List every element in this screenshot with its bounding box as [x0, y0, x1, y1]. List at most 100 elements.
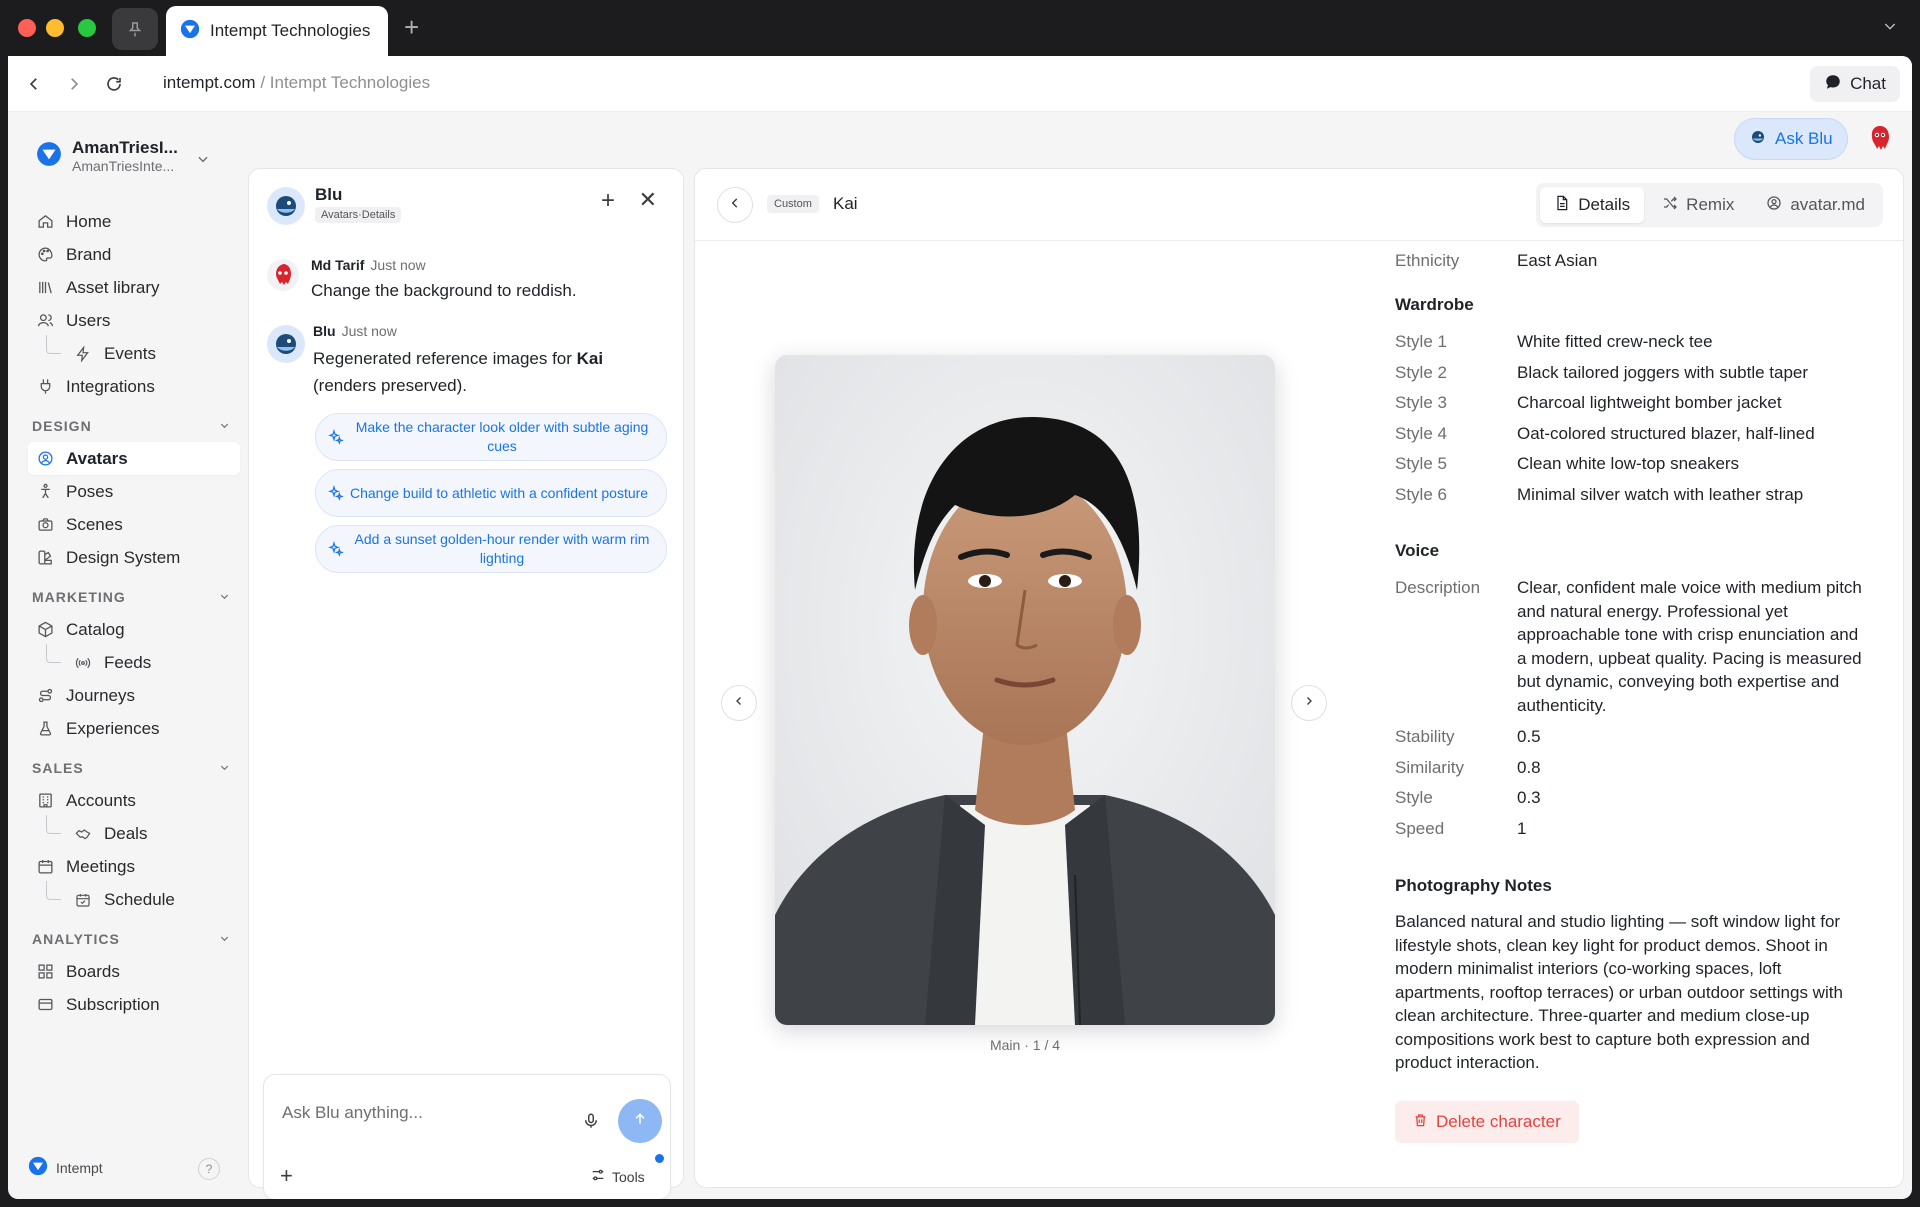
chevron-down-icon — [219, 418, 230, 434]
detail-value: Charcoal lightweight bomber jacket — [1517, 393, 1782, 412]
ask-blu-label: Ask Blu — [1775, 129, 1833, 148]
workspace-logo-icon — [36, 141, 62, 172]
new-chat-button[interactable]: + — [601, 189, 615, 213]
detail-key: Ethnicity — [1395, 251, 1460, 270]
pin-icon[interactable] — [112, 8, 158, 50]
zoom-window-button[interactable] — [78, 19, 96, 37]
chat-button[interactable]: Chat — [1810, 66, 1900, 102]
detail-key: Style — [1395, 788, 1433, 807]
section-sales[interactable]: SALES — [28, 751, 240, 784]
sidebar-item-brand[interactable]: Brand — [28, 238, 240, 271]
blu-bird-icon — [1749, 128, 1767, 151]
sidebar-item-schedule[interactable]: Schedule — [28, 881, 240, 916]
sidebar-item-experiences[interactable]: Experiences — [28, 712, 240, 745]
sidebar-item-home[interactable]: Home — [28, 205, 240, 238]
close-window-button[interactable] — [18, 19, 36, 37]
tab-details[interactable]: Details — [1540, 187, 1645, 223]
photography-notes: Balanced natural and studio lighting — s… — [1395, 912, 1843, 1072]
blu-avatar-icon — [267, 187, 305, 230]
library-icon — [36, 279, 54, 297]
chevron-down-icon[interactable] — [1882, 18, 1898, 39]
sidebar-item-label: Subscription — [66, 994, 160, 1014]
message-author: Blu — [313, 323, 336, 339]
sparkles-icon — [328, 428, 344, 450]
section-heading-photography: Photography Notes — [1395, 876, 1552, 895]
user-avatar[interactable] — [1868, 124, 1892, 159]
chevron-down-icon[interactable] — [196, 152, 210, 171]
sidebar-item-meetings[interactable]: Meetings — [28, 850, 240, 883]
suggestion-chip[interactable]: Add a sunset golden-hour render with war… — [315, 525, 667, 573]
microphone-icon[interactable] — [582, 1111, 600, 1136]
back-icon[interactable] — [22, 72, 46, 96]
send-button[interactable] — [618, 1099, 662, 1143]
reload-icon[interactable] — [102, 72, 126, 96]
sidebar-item-subscription[interactable]: Subscription — [28, 988, 240, 1021]
credit-card-icon — [36, 996, 54, 1014]
section-marketing[interactable]: MARKETING — [28, 580, 240, 613]
detail-value: Oat-colored structured blazer, half-line… — [1517, 423, 1815, 443]
box-icon — [36, 621, 54, 639]
close-chat-button[interactable]: ✕ — [639, 189, 657, 211]
ask-blu-button[interactable]: Ask Blu — [1734, 118, 1848, 160]
sidebar-item-label: Poses — [66, 481, 114, 501]
intempt-logo-icon — [28, 1156, 48, 1179]
tab-label: avatar.md — [1790, 195, 1865, 214]
detail-value: 0.8 — [1517, 757, 1541, 777]
character-name: Kai — [833, 194, 858, 213]
sidebar-item-design-system[interactable]: Design System — [28, 541, 240, 574]
sidebar-item-label: Brand — [66, 244, 112, 264]
chat-header: Blu Avatars·Details + ✕ — [267, 185, 665, 229]
delete-character-button[interactable]: Delete character — [1395, 1101, 1579, 1143]
sidebar-item-deals[interactable]: Deals — [28, 815, 240, 850]
section-design[interactable]: DESIGN — [28, 409, 240, 442]
browser-tab[interactable]: Intempt Technologies — [166, 6, 388, 56]
detail-value: Minimal silver watch with leather strap — [1517, 484, 1804, 504]
back-button[interactable] — [717, 187, 753, 223]
minimize-window-button[interactable] — [46, 19, 64, 37]
tab-remix[interactable]: Remix — [1648, 187, 1748, 223]
address-bar[interactable]: intempt.com / Intempt Technologies — [163, 73, 430, 93]
workspace-subtitle: AmanTriesInte... — [72, 158, 175, 175]
workspace-switcher[interactable]: AmanTriesI... AmanTriesInte... — [36, 138, 178, 175]
prev-image-button[interactable] — [721, 685, 757, 721]
chat-composer: + Tools — [263, 1074, 671, 1199]
detail-value: Black tailored joggers with subtle taper — [1517, 362, 1809, 382]
sidebar-item-feeds[interactable]: Feeds — [28, 644, 240, 679]
sidebar-item-poses[interactable]: Poses — [28, 475, 240, 508]
new-tab-button[interactable]: + — [404, 14, 419, 40]
suggestion-chip[interactable]: Change build to athletic with a confiden… — [315, 469, 667, 517]
message-time: Just now — [370, 257, 426, 273]
sidebar-item-boards[interactable]: Boards — [28, 955, 240, 988]
tab-label: Details — [1578, 195, 1631, 214]
chat-input[interactable] — [282, 1103, 562, 1123]
detail-value: White fitted crew-neck tee — [1517, 332, 1713, 351]
sidebar-item-users[interactable]: Users — [28, 304, 240, 337]
home-icon — [36, 213, 54, 231]
sidebar-item-integrations[interactable]: Integrations — [28, 370, 240, 403]
sidebar-item-journeys[interactable]: Journeys — [28, 679, 240, 712]
sidebar-item-catalog[interactable]: Catalog — [28, 613, 240, 646]
sidebar-item-avatars[interactable]: Avatars — [28, 442, 240, 475]
detail-key: Description — [1395, 578, 1481, 597]
sidebar-item-scenes[interactable]: Scenes — [28, 508, 240, 541]
character-portrait[interactable] — [775, 355, 1275, 1025]
document-icon — [1554, 195, 1570, 216]
chevron-down-icon — [219, 589, 230, 605]
sidebar-footer[interactable]: Intempt — [28, 1156, 103, 1179]
section-label: MARKETING — [32, 588, 126, 605]
next-image-button[interactable] — [1291, 685, 1327, 721]
sidebar-item-asset-library[interactable]: Asset library — [28, 271, 240, 304]
suggestion-chip[interactable]: Make the character look older with subtl… — [315, 413, 667, 461]
character-panel: Custom Kai Details Remix avatar.md Main … — [694, 168, 1904, 1188]
sidebar-item-accounts[interactable]: Accounts — [28, 784, 240, 817]
help-button[interactable]: ? — [198, 1158, 220, 1180]
section-analytics[interactable]: ANALYTICS — [28, 922, 240, 955]
tab-avatar-md[interactable]: avatar.md — [1752, 187, 1879, 223]
forward-icon[interactable] — [62, 72, 86, 96]
sidebar-item-events[interactable]: Events — [28, 335, 240, 370]
attach-button[interactable]: + — [280, 1163, 293, 1189]
building-icon — [36, 792, 54, 810]
person-standing-icon — [36, 483, 54, 501]
tools-button[interactable]: Tools — [590, 1167, 645, 1186]
sidebar-item-label: Home — [66, 211, 112, 231]
